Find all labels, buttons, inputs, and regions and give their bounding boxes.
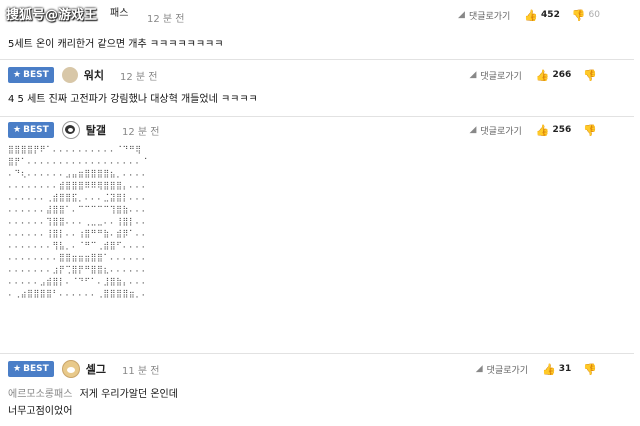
avatar[interactable] xyxy=(61,360,80,378)
thumbs-up-icon: 👍 xyxy=(535,68,550,82)
downvote-button[interactable]: 👎 xyxy=(583,69,600,82)
comment-item: ★ BEST 워치 12 분 전 ◢ 댓글로가기 👍 266 👎 4 5 세트 진… xyxy=(0,60,634,117)
reply-link[interactable]: ◢ 댓글로가기 xyxy=(458,9,510,22)
reply-arrow-icon: ◢ xyxy=(469,70,477,80)
reply-quote: 에르모소롱패스 저게 우리가알던 온인데 xyxy=(8,385,178,400)
thumbs-up-icon: 👍 xyxy=(535,123,550,137)
quote-text: 저게 우리가알던 온인데 xyxy=(79,389,178,400)
reply-link[interactable]: ◢ 댓글로가기 xyxy=(476,363,528,376)
timestamp: 12 분 전 xyxy=(147,13,185,25)
comment-text: 너무고점이었어 xyxy=(8,406,73,417)
star-icon: ★ xyxy=(13,70,22,80)
comment-text: 5세트 온이 캐리한거 같으면 개추 ㅋㅋㅋㅋㅋㅋㅋㅋ xyxy=(8,39,224,50)
downvote-count: 60 xyxy=(588,10,600,20)
reply-arrow-icon: ◢ xyxy=(458,10,465,20)
upvote-count: 452 xyxy=(541,10,560,20)
thumbs-down-icon: 👎 xyxy=(583,123,597,137)
nickname[interactable]: 패스 xyxy=(110,4,128,24)
thumbs-down-icon: 👎 xyxy=(571,8,586,22)
downvote-button[interactable]: 👎 xyxy=(583,124,600,137)
comment-actions: ◢ 댓글로가기 👍 266 👎 xyxy=(469,65,600,85)
star-icon: ★ xyxy=(13,125,22,135)
reply-arrow-icon: ◢ xyxy=(469,125,477,135)
quoted-nickname[interactable]: 에르모소롱패스 xyxy=(8,389,72,400)
reply-link[interactable]: ◢ 댓글로가기 xyxy=(469,69,521,82)
nickname[interactable]: 탈갤 xyxy=(86,122,106,138)
comment-text: 4 5 세트 진짜 고전파가 강림했나 대상혁 개들었네 ㅋㅋㅋㅋ xyxy=(8,94,258,105)
downvote-button[interactable]: 👎 xyxy=(583,363,600,376)
upvote-button[interactable]: 👍 266 xyxy=(536,69,572,82)
best-badge: ★ BEST xyxy=(8,361,54,377)
comment-actions: ◢ 댓글로가기 👍 31 👎 xyxy=(476,359,600,379)
comment-item: ★ BEST 셀그 11 분 전 ◢ 댓글로가기 👍 31 👎 에르모소롱패스 저… xyxy=(0,354,634,426)
thumbs-down-icon: 👎 xyxy=(583,68,597,82)
avatar[interactable] xyxy=(61,67,78,83)
best-badge: ★ BEST xyxy=(8,67,54,83)
watermark: 搜狐号@游戏王 xyxy=(6,8,98,23)
comment-item: 搜狐号@游戏王 패스 12 분 전 ◢ 댓글로가기 👍 452 👎 60 5세트… xyxy=(0,0,634,60)
nickname[interactable]: 워치 xyxy=(84,67,104,83)
comment-actions: ◢ 댓글로가기 👍 452 👎 60 xyxy=(458,5,600,25)
timestamp: 12 분 전 xyxy=(119,71,158,83)
nickname[interactable]: 셀그 xyxy=(86,361,106,377)
timestamp: 12 분 전 xyxy=(121,126,160,138)
thumbs-down-icon: 👎 xyxy=(583,362,597,376)
comment-item: ★ BEST 탈갤 12 분 전 ◢ 댓글로가기 👍 256 👎 ⣿⣿⣿⣿⡟⠟⠁⠄… xyxy=(0,117,634,354)
comment-actions: ◢ 댓글로가기 👍 256 👎 xyxy=(469,120,600,140)
ascii-art: ⣿⣿⣿⣿⡟⠟⠁⠄⠄⠄⠄⠄⠄⠄⠄⠄⠄⠈⠙⠛⢿ ⣿⡟⠁⠄⠄⠄⠄⠄⠄⠄⠄⠄⠄⠄⠄⠄⠄⠄… xyxy=(8,145,148,298)
downvote-button[interactable]: 👎 60 xyxy=(572,9,600,22)
upvote-button[interactable]: 👍 256 xyxy=(536,124,572,137)
thumbs-up-icon: 👍 xyxy=(524,8,539,22)
star-icon: ★ xyxy=(13,364,22,374)
reply-arrow-icon: ◢ xyxy=(475,364,483,374)
upvote-count: 256 xyxy=(552,125,572,135)
upvote-count: 31 xyxy=(558,364,572,374)
best-badge: ★ BEST xyxy=(8,122,54,138)
thumbs-up-icon: 👍 xyxy=(542,362,556,376)
reply-link[interactable]: ◢ 댓글로가기 xyxy=(469,124,521,137)
timestamp: 11 분 전 xyxy=(121,365,160,377)
avatar[interactable] xyxy=(61,121,80,139)
upvote-count: 266 xyxy=(552,70,572,80)
upvote-button[interactable]: 👍 452 xyxy=(524,9,560,22)
upvote-button[interactable]: 👍 31 xyxy=(542,363,571,376)
